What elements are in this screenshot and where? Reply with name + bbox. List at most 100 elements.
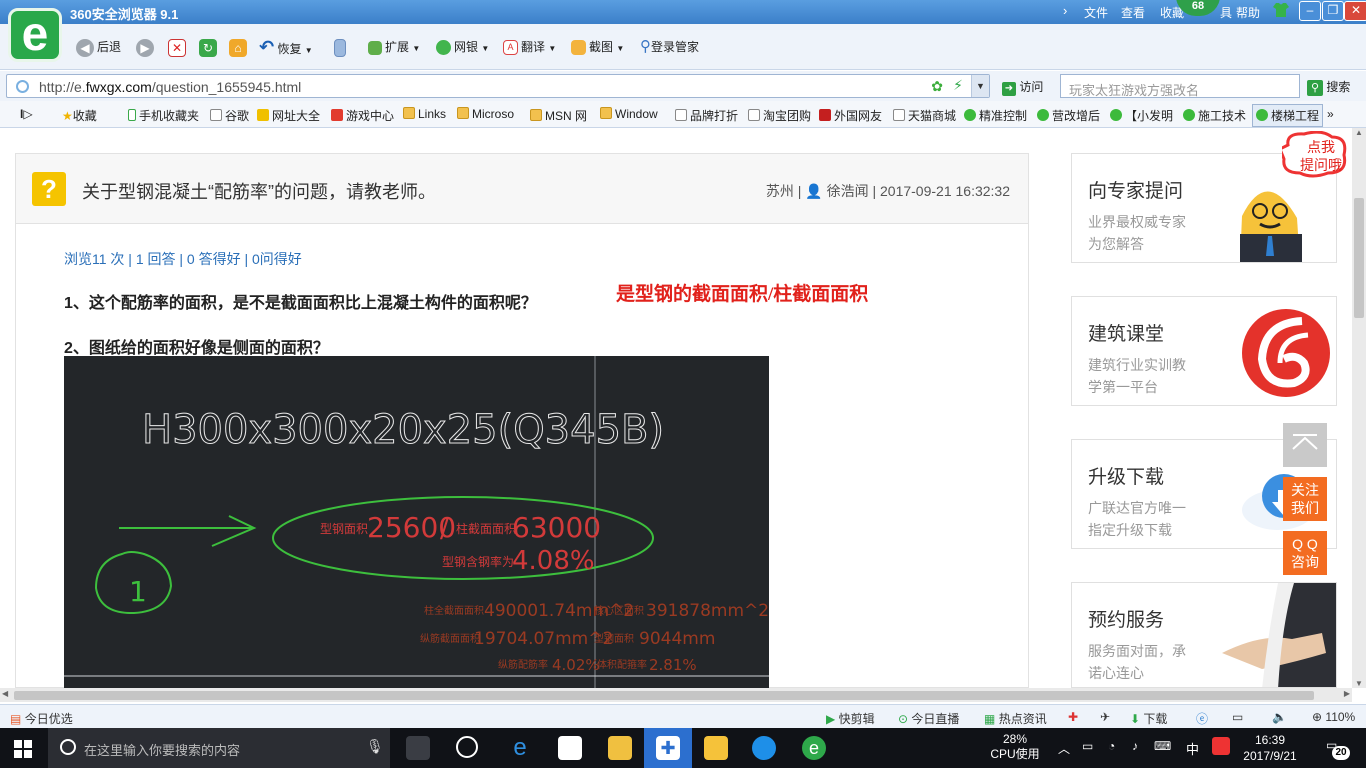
vertical-scrollbar[interactable]: ▲ ▼ — [1352, 128, 1366, 688]
scroll-down-icon[interactable]: ▼ — [1355, 679, 1363, 688]
wifi-icon[interactable]: ◔ — [1108, 739, 1115, 753]
refresh-button[interactable]: ↻ — [199, 37, 220, 57]
today-live[interactable]: ⊙ 今日直播 — [898, 710, 959, 727]
stop-button[interactable]: ✕ — [168, 37, 189, 57]
file-explorer-icon[interactable] — [608, 736, 632, 760]
browser-360-icon[interactable]: e — [802, 736, 826, 760]
card-building-class[interactable]: 建筑课堂 建筑行业实训教 学第一平台 — [1071, 296, 1337, 406]
sidebar-toggle-button[interactable] — [334, 37, 349, 57]
maximize-button[interactable]: ❐ — [1322, 1, 1344, 21]
skin-shirt-icon[interactable] — [1272, 2, 1290, 18]
vertical-scroll-thumb[interactable] — [1354, 198, 1364, 318]
favorite-item[interactable]: 【小发明 — [1110, 107, 1173, 124]
scroll-left-icon[interactable]: ◀ — [2, 689, 8, 698]
address-dropdown-icon[interactable]: ▼ — [971, 75, 989, 97]
keyboard-icon[interactable]: ⌨ — [1154, 739, 1171, 753]
netbank-button[interactable]: 网银 ▼ — [436, 37, 489, 57]
store-icon[interactable] — [558, 736, 582, 760]
menu-file[interactable]: 文件 — [1084, 4, 1108, 21]
address-bar[interactable]: http://e.fwxgx.com/question_1655945.html… — [6, 74, 990, 98]
clock[interactable]: 16:39 2017/9/21 — [1240, 732, 1300, 764]
favorite-item[interactable]: 楼梯工程 — [1252, 104, 1324, 127]
zoom-level[interactable]: ⊕ 110% — [1312, 710, 1355, 724]
card-appointment[interactable]: 预约服务 服务面对面，承 诺心连心 — [1071, 582, 1337, 688]
volume-icon[interactable]: ♪ — [1132, 739, 1138, 753]
menu-view[interactable]: 查看 — [1121, 4, 1145, 21]
favorite-item[interactable]: 网址大全 — [257, 107, 320, 124]
horizontal-scrollbar[interactable]: ◀ ▶ — [0, 688, 1352, 702]
follow-us-button[interactable]: 关注 我们 — [1283, 477, 1327, 521]
favorite-item[interactable]: 手机收藏夹 — [128, 107, 199, 124]
extensions-button[interactable]: 扩展 ▼ — [368, 37, 420, 57]
translate-button[interactable]: A 翻译 ▼ — [503, 37, 556, 57]
favorite-item[interactable]: Window — [600, 107, 658, 121]
task-view-icon[interactable] — [406, 736, 430, 760]
forward-button[interactable]: ▶ — [136, 37, 157, 57]
favorite-item[interactable]: 淘宝团购 — [748, 107, 811, 124]
login-manager-button[interactable]: ⚲登录管家 — [640, 37, 699, 57]
screenshot-button[interactable]: 截图 ▼ — [571, 37, 624, 57]
battery-icon[interactable]: ▭ — [1082, 739, 1093, 753]
download[interactable]: ⬇ 下载 — [1130, 710, 1167, 727]
security-icon[interactable]: ✚ — [1068, 710, 1078, 724]
favorite-item[interactable]: 谷歌 — [210, 107, 249, 124]
edge-icon[interactable]: e — [508, 736, 532, 760]
ie-icon[interactable]: ⓔ — [1196, 710, 1208, 727]
favorite-item[interactable]: 品牌打折 — [675, 107, 738, 124]
favorite-item[interactable]: ★收藏 — [62, 107, 97, 124]
menu-tools-suffix[interactable]: 具 — [1220, 4, 1232, 21]
taskbar-search-input[interactable]: 在这里输入你要搜索的内容 🎙 — [48, 728, 390, 768]
qq-consult-button[interactable]: Q Q 咨询 — [1283, 531, 1327, 575]
cad-drawing-image[interactable]: H300x300x20x25(Q345B) 1 型钢面积 25600 / 柱截面… — [64, 356, 769, 688]
show-hidden-icons-icon[interactable]: ︿ — [1058, 740, 1070, 757]
favorite-item[interactable]: MSN 网 — [530, 107, 587, 124]
scroll-right-icon[interactable]: ▶ — [1344, 689, 1350, 698]
search-input[interactable]: 玩家太狂游戏方强改名 — [1060, 74, 1300, 98]
notes-app-icon[interactable] — [704, 736, 728, 760]
visit-button[interactable]: ➜ 访问 — [1002, 78, 1043, 96]
microphone-icon[interactable]: 🎙 — [366, 738, 384, 755]
question-author[interactable]: 徐浩闻 — [827, 183, 869, 199]
quick-cut[interactable]: ▶ 快剪辑 — [826, 710, 875, 727]
close-button[interactable]: ✕ — [1344, 1, 1366, 21]
favorite-item[interactable]: 施工技术 — [1183, 107, 1246, 124]
restore-button[interactable]: ↶ 恢复 ▼ — [259, 37, 313, 57]
back-to-top-button[interactable] — [1283, 423, 1327, 467]
sidebar-toggle-icon[interactable]: I▷ — [20, 107, 33, 121]
lightning-icon[interactable]: ⚡ — [953, 77, 963, 94]
reload-spinner-icon[interactable]: ✿ — [931, 78, 943, 95]
hot-news[interactable]: ▦ 热点资讯 — [984, 710, 1047, 727]
home-button[interactable]: ⌂ — [229, 37, 250, 57]
favorite-item[interactable]: 外国网友 — [819, 107, 882, 124]
favorite-item[interactable]: 营改增后 — [1037, 107, 1100, 124]
horizontal-scroll-thumb[interactable] — [14, 691, 1314, 700]
minimize-button[interactable]: – — [1299, 1, 1321, 21]
favorite-item[interactable]: 游戏中心 — [331, 107, 394, 124]
favorite-item[interactable]: Links — [403, 107, 446, 121]
windows-start-icon[interactable] — [14, 740, 32, 758]
favorite-item[interactable]: 精准控制 — [964, 107, 1027, 124]
pin-icon[interactable]: ✈ — [1100, 710, 1110, 724]
search-button[interactable]: ⚲ 搜索 — [1307, 78, 1350, 96]
glodon-app-icon[interactable] — [752, 736, 776, 760]
speaker-icon[interactable]: 🔈 — [1272, 710, 1287, 724]
sogou-icon[interactable] — [1212, 737, 1230, 755]
cpu-usage[interactable]: 28% CPU使用 — [985, 732, 1045, 762]
menu-help[interactable]: 帮助 — [1236, 4, 1260, 21]
question-location[interactable]: 苏州 — [766, 183, 794, 199]
favorite-item[interactable]: 天猫商城 — [893, 107, 956, 124]
more-favorites-icon[interactable]: » — [1327, 107, 1334, 121]
url-text[interactable]: http://e.fwxgx.com/question_1655945.html — [39, 79, 301, 95]
chevron-right-icon[interactable]: › — [1063, 3, 1067, 18]
plus-app-icon[interactable]: ✚ — [656, 736, 680, 760]
daily-picks[interactable]: ▤ 今日优选 — [10, 710, 73, 727]
favorite-item[interactable]: Microso — [457, 107, 514, 121]
ask-bubble[interactable]: 点我 提问哦 — [1282, 131, 1348, 179]
browser-logo[interactable] — [8, 7, 62, 62]
browser-360-swirl-icon[interactable] — [456, 736, 478, 758]
window-icon[interactable]: ▭ — [1232, 710, 1243, 724]
scroll-up-icon[interactable]: ▲ — [1355, 128, 1363, 137]
site-info-icon[interactable] — [16, 80, 29, 93]
ime-indicator[interactable]: 中 — [1186, 739, 1199, 758]
back-button[interactable]: ◀ 后退 — [76, 37, 121, 57]
